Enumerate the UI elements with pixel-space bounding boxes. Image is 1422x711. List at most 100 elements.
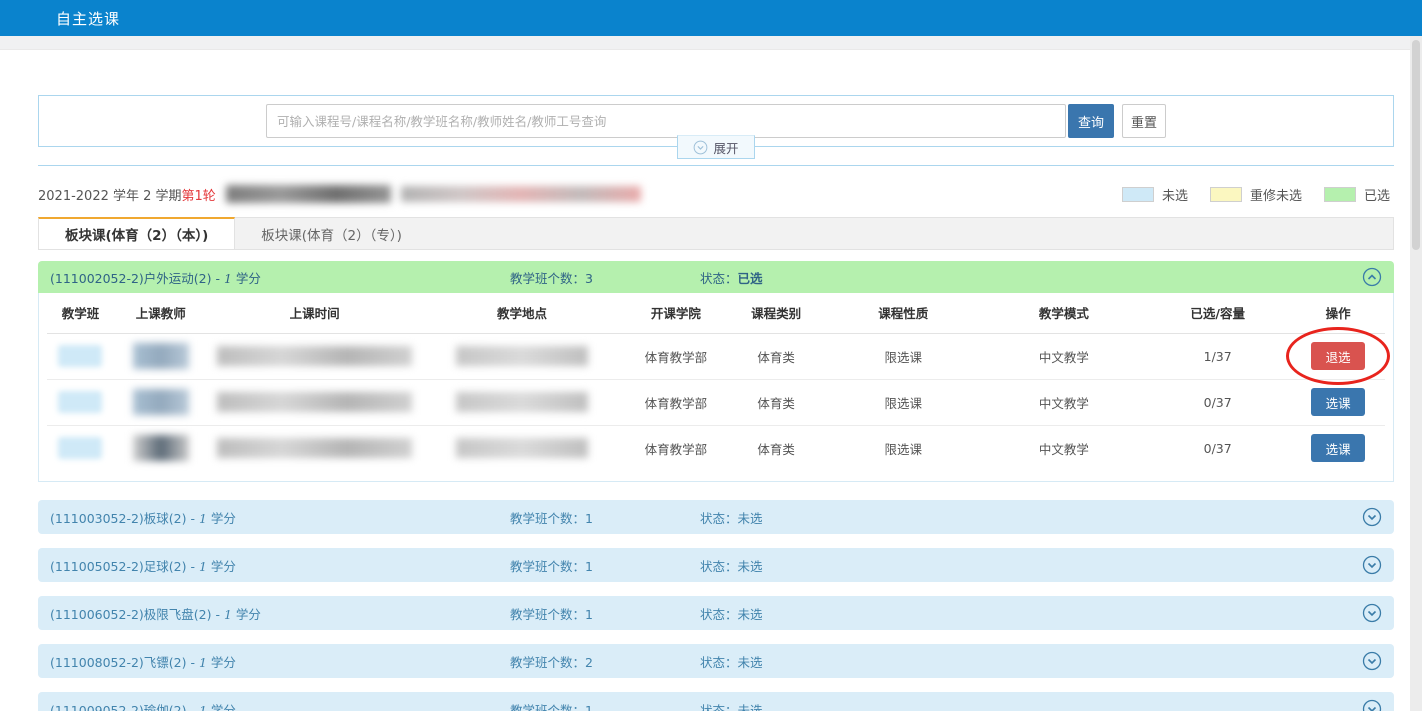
- redacted-teacher: [133, 435, 189, 461]
- page-title: 自主选课: [56, 8, 120, 29]
- category-tabs: 板块课(体育（2）（本）) 板块课(体育（2）（专）): [38, 217, 1394, 250]
- vertical-scrollbar[interactable]: [1410, 36, 1422, 711]
- cell-nature: 限选课: [823, 333, 984, 379]
- table-row: 体育教学部 体育类 限选课 中文教学 0/37 选课: [47, 379, 1385, 425]
- legend-swatch-selected: [1324, 187, 1356, 202]
- course-panel-outdoor: (111002052-2)户外运动(2) - 1 学分 教学班个数：3 状态：已…: [38, 261, 1394, 482]
- legend-swatch-unselected: [1122, 187, 1154, 202]
- cell-category: 体育类: [729, 333, 823, 379]
- cell-category: 体育类: [729, 425, 823, 471]
- redacted-class-id: [58, 391, 102, 413]
- cell-capacity: 0/37: [1144, 425, 1291, 471]
- course-panel-body: 教学班 上课教师 上课时间 教学地点 开课学院 课程类别 课程性质 教学模式 已…: [38, 293, 1394, 482]
- chevron-down-circle-icon[interactable]: [1362, 603, 1382, 623]
- course-panel-yoga[interactable]: (111009052-2)瑜伽(2) - 1 学分 教学班个数：1 状态：未选: [38, 692, 1394, 711]
- chevron-down-circle-icon[interactable]: [1362, 555, 1382, 575]
- col-time: 上课时间: [208, 293, 422, 333]
- course-status: 状态：未选: [700, 604, 763, 623]
- course-title: (111008052-2)飞镖(2) - 1 学分: [50, 652, 510, 671]
- tab-pe-vocational[interactable]: 板块课(体育（2）（专）): [235, 218, 428, 249]
- search-panel: 查询 重置 展开: [38, 95, 1394, 147]
- cell-college: 体育教学部: [622, 425, 729, 471]
- redacted-time: [217, 392, 412, 412]
- cell-mode: 中文教学: [984, 425, 1145, 471]
- course-status: 状态：未选: [700, 508, 763, 527]
- course-status: 状态：未选: [700, 700, 763, 711]
- course-panel-cricket[interactable]: (111003052-2)板球(2) - 1 学分 教学班个数：1 状态：未选: [38, 500, 1394, 534]
- course-panel-football[interactable]: (111005052-2)足球(2) - 1 学分 教学班个数：1 状态：未选: [38, 548, 1394, 582]
- class-count: 教学班个数：3: [510, 268, 700, 287]
- reset-button[interactable]: 重置: [1122, 104, 1166, 138]
- legend-item-retake: 重修未选: [1210, 185, 1302, 204]
- cell-capacity: 1/37: [1144, 333, 1291, 379]
- class-count: 教学班个数：1: [510, 700, 700, 711]
- redacted-time: [217, 438, 412, 458]
- chevron-down-circle-icon[interactable]: [1362, 507, 1382, 527]
- col-mode: 教学模式: [984, 293, 1145, 333]
- term-text: 2021-2022 学年 2 学期第1轮: [38, 185, 216, 204]
- redacted-time: [217, 346, 412, 366]
- term-info: 2021-2022 学年 2 学期第1轮: [38, 185, 641, 204]
- expand-toggle[interactable]: 展开: [677, 135, 755, 159]
- chevron-down-circle-icon: [693, 140, 708, 155]
- course-title: (111006052-2)极限飞盘(2) - 1 学分: [50, 604, 510, 623]
- course-panel-frisbee[interactable]: (111006052-2)极限飞盘(2) - 1 学分 教学班个数：1 状态：未…: [38, 596, 1394, 630]
- cell-mode: 中文教学: [984, 379, 1145, 425]
- collapsed-course-list: (111003052-2)板球(2) - 1 学分 教学班个数：1 状态：未选 …: [38, 500, 1394, 711]
- cell-mode: 中文教学: [984, 333, 1145, 379]
- select-button[interactable]: 选课: [1311, 434, 1365, 462]
- table-row: 体育教学部 体育类 限选课 中文教学 1/37 退选: [47, 333, 1385, 379]
- tab-pe-undergrad[interactable]: 板块课(体育（2）（本）): [38, 217, 235, 249]
- course-title: (111009052-2)瑜伽(2) - 1 学分: [50, 700, 510, 711]
- redacted-place: [456, 392, 588, 412]
- col-class: 教学班: [47, 293, 114, 333]
- chevron-down-circle-icon[interactable]: [1362, 651, 1382, 671]
- chevron-up-circle-icon[interactable]: [1362, 267, 1382, 287]
- col-nature: 课程性质: [823, 293, 984, 333]
- expand-label: 展开: [713, 138, 738, 157]
- sub-bar: [0, 36, 1422, 50]
- cell-nature: 限选课: [823, 425, 984, 471]
- class-count: 教学班个数：1: [510, 556, 700, 575]
- info-bar: 2021-2022 学年 2 学期第1轮 未选 重修未选 已选: [38, 179, 1394, 209]
- legend-label: 未选: [1162, 185, 1188, 204]
- course-panel-header-selected[interactable]: (111002052-2)户外运动(2) - 1 学分 教学班个数：3 状态：已…: [38, 261, 1394, 293]
- course-status: 状态：已选: [700, 268, 763, 287]
- legend-item-selected: 已选: [1324, 185, 1390, 204]
- course-title: (111002052-2)户外运动(2) - 1 学分: [50, 268, 510, 287]
- col-action: 操作: [1291, 293, 1385, 333]
- course-status: 状态：未选: [700, 556, 763, 575]
- main-content: 查询 重置 展开 2021-2022 学年 2 学期第1轮 未选 重修未选: [0, 50, 1422, 711]
- course-panel-darts[interactable]: (111008052-2)飞镖(2) - 1 学分 教学班个数：2 状态：未选: [38, 644, 1394, 678]
- redacted-class-id: [58, 437, 102, 459]
- redacted-student-info-2: [401, 186, 641, 202]
- cell-college: 体育教学部: [622, 379, 729, 425]
- redacted-teacher: [133, 389, 189, 415]
- cell-college: 体育教学部: [622, 333, 729, 379]
- table-header-row: 教学班 上课教师 上课时间 教学地点 开课学院 课程类别 课程性质 教学模式 已…: [47, 293, 1385, 333]
- class-table: 教学班 上课教师 上课时间 教学地点 开课学院 课程类别 课程性质 教学模式 已…: [47, 293, 1385, 471]
- cell-category: 体育类: [729, 379, 823, 425]
- legend-label: 重修未选: [1250, 185, 1302, 204]
- top-nav-bar: 自主选课: [0, 0, 1422, 36]
- section-divider: [38, 165, 1394, 166]
- cell-capacity: 0/37: [1144, 379, 1291, 425]
- credit-number: 1: [224, 271, 232, 286]
- search-input[interactable]: [266, 104, 1066, 138]
- query-button[interactable]: 查询: [1068, 104, 1114, 138]
- course-status: 状态：未选: [700, 652, 763, 671]
- legend-label: 已选: [1364, 185, 1390, 204]
- class-count: 教学班个数：1: [510, 604, 700, 623]
- course-title: (111003052-2)板球(2) - 1 学分: [50, 508, 510, 527]
- withdraw-button[interactable]: 退选: [1311, 342, 1365, 370]
- redacted-teacher: [133, 343, 189, 369]
- table-row: 体育教学部 体育类 限选课 中文教学 0/37 选课: [47, 425, 1385, 471]
- col-teacher: 上课教师: [114, 293, 208, 333]
- select-button[interactable]: 选课: [1311, 388, 1365, 416]
- legend-item-unselected: 未选: [1122, 185, 1188, 204]
- search-row: 查询 重置: [266, 104, 1166, 138]
- redacted-class-id: [58, 345, 102, 367]
- chevron-down-circle-icon[interactable]: [1362, 699, 1382, 711]
- course-title: (111005052-2)足球(2) - 1 学分: [50, 556, 510, 575]
- scrollbar-thumb[interactable]: [1412, 40, 1420, 250]
